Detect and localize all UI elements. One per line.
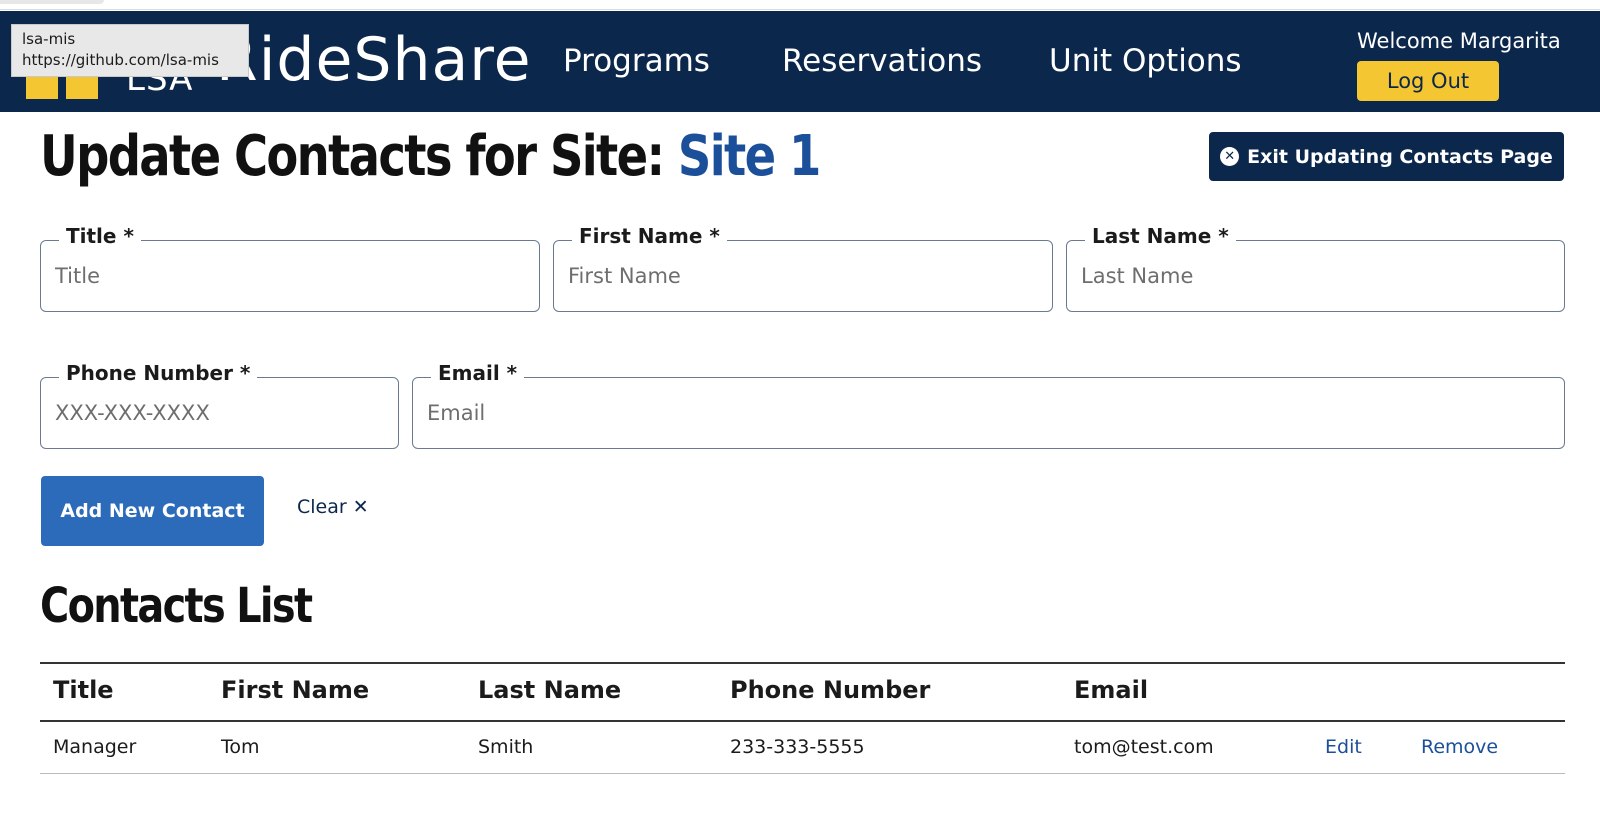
browser-top-strip (0, 0, 1600, 10)
column-header-first-name: First Name (221, 676, 370, 704)
last-name-input[interactable] (1067, 241, 1564, 311)
tooltip-url: https://github.com/lsa-mis (22, 51, 219, 69)
cell-first-name: Tom (221, 736, 260, 758)
app-brand[interactable]: RideShare (216, 25, 532, 95)
table-top-rule (40, 662, 1565, 664)
browser-tab-edge (0, 0, 104, 4)
email-field: Email * (412, 361, 1565, 449)
phone-field: Phone Number * (40, 361, 399, 449)
title-input[interactable] (41, 241, 539, 311)
first-name-field: First Name * (553, 224, 1053, 312)
clear-button[interactable]: Clear ✕ (297, 496, 369, 518)
edit-contact-link[interactable]: Edit (1325, 736, 1362, 758)
column-header-last-name: Last Name (478, 676, 622, 704)
logout-button[interactable]: Log Out (1357, 61, 1499, 101)
cell-email: tom@test.com (1074, 736, 1214, 758)
welcome-text: Welcome Margarita (1357, 29, 1561, 53)
phone-input[interactable] (41, 378, 398, 448)
nav-unit-options[interactable]: Unit Options (1049, 43, 1242, 79)
site-name: Site 1 (677, 124, 821, 189)
link-tooltip: lsa-mis https://github.com/lsa-mis (11, 24, 249, 77)
cell-phone: 233-333-5555 (730, 736, 865, 758)
table-bottom-rule (40, 773, 1565, 774)
column-header-email: Email (1074, 676, 1149, 704)
nav-programs[interactable]: Programs (563, 43, 710, 79)
remove-contact-link[interactable]: Remove (1421, 736, 1498, 758)
tooltip-title: lsa-mis (22, 30, 76, 48)
contacts-list-heading: Contacts List (40, 578, 313, 634)
table-header-rule (40, 720, 1565, 722)
close-circle-icon: ✕ (1220, 147, 1240, 166)
exit-updating-contacts-button[interactable]: ✕ Exit Updating Contacts Page (1209, 132, 1564, 181)
cell-title: Manager (53, 736, 137, 758)
first-name-input[interactable] (554, 241, 1052, 311)
nav-reservations[interactable]: Reservations (782, 43, 982, 79)
title-field: Title * (40, 224, 540, 312)
last-name-field: Last Name * (1066, 224, 1565, 312)
column-header-phone: Phone Number (730, 676, 931, 704)
exit-button-label: Exit Updating Contacts Page (1247, 145, 1553, 168)
page-title-prefix: Update Contacts for Site: (40, 124, 665, 189)
email-input[interactable] (413, 378, 1564, 448)
page-title: Update Contacts for Site: Site 1 (40, 124, 821, 189)
column-header-title: Title (53, 676, 114, 704)
add-new-contact-button[interactable]: Add New Contact (41, 476, 264, 546)
cell-last-name: Smith (478, 736, 534, 758)
